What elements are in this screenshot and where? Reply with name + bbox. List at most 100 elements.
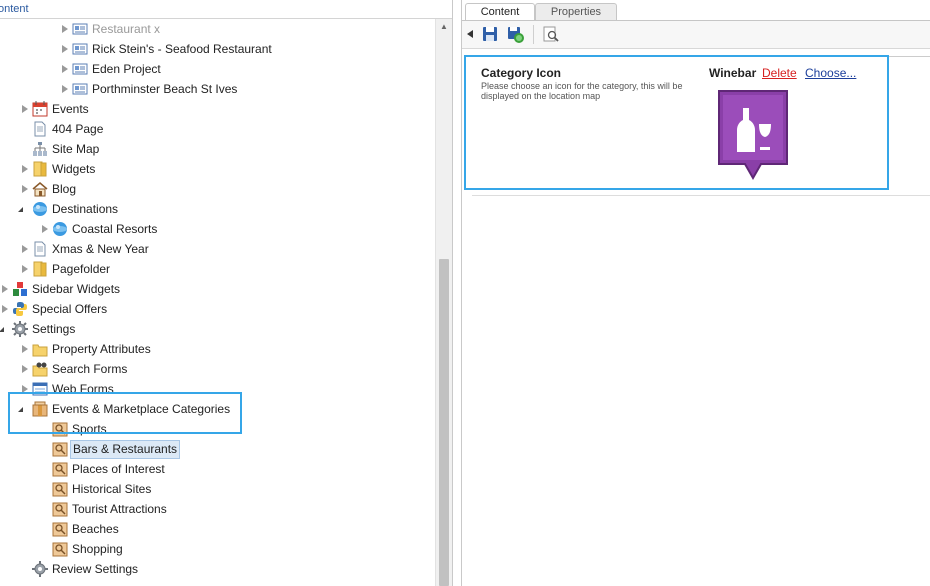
tree-item-settings[interactable]: Settings: [0, 319, 430, 339]
python-icon: [13, 302, 27, 316]
tree-item-label: Eden Project: [92, 62, 161, 76]
tree-item-historical-sites[interactable]: Historical Sites: [0, 479, 430, 499]
tree-item-review-settings[interactable]: Review Settings: [0, 559, 430, 579]
save-icon[interactable]: [482, 26, 498, 42]
tree-item-label: Tourist Attractions: [72, 502, 167, 516]
tree-item-coastal-resorts[interactable]: Coastal Resorts: [0, 219, 430, 239]
tree-item-404-page[interactable]: 404 Page: [0, 119, 430, 139]
choose-link[interactable]: Choose...: [805, 66, 856, 80]
folder-icon: [32, 344, 48, 357]
selected-icon-name: Winebar: [709, 66, 757, 80]
tree-item-label: Widgets: [52, 162, 96, 176]
tree-item-label: Site Map: [52, 142, 100, 156]
highlight-box-categories: [8, 392, 242, 434]
tree-item-pagefolder[interactable]: Pagefolder: [0, 259, 430, 279]
tree-item-rick-stein[interactable]: Rick Stein's - Seafood Restaurant: [0, 39, 430, 59]
expand-arrow-icon[interactable]: [2, 285, 8, 293]
delete-link[interactable]: Delete: [762, 66, 797, 80]
expand-arrow-icon[interactable]: [62, 25, 68, 33]
page-card-icon: [72, 63, 88, 75]
tree-item-label-selected: Bars & Restaurants: [70, 440, 181, 459]
editor-toolbar: [462, 20, 930, 49]
expand-arrow-icon[interactable]: [62, 45, 68, 53]
tree-item-xmas-new-year[interactable]: Xmas & New Year: [0, 239, 430, 259]
home-icon: [32, 182, 48, 197]
property-description: Please choose an icon for the category, …: [481, 81, 683, 101]
page-card-icon: [72, 83, 88, 95]
category-icon: [52, 522, 68, 537]
calendar-icon: [32, 101, 48, 117]
expand-arrow-icon[interactable]: [2, 305, 8, 313]
property-name: Category Icon: [481, 66, 562, 80]
gear-icon: [32, 561, 48, 577]
gear-icon: [12, 321, 28, 337]
tree-item-tourist-attractions[interactable]: Tourist Attractions: [0, 499, 430, 519]
tab-properties[interactable]: Properties: [535, 3, 617, 20]
tree-item-beaches[interactable]: Beaches: [0, 519, 430, 539]
tree-item-label: Property Attributes: [52, 342, 151, 356]
tree-item-bars-restaurants[interactable]: Bars & Restaurants: [0, 439, 430, 459]
toolbar-divider: [533, 25, 534, 44]
page-card-icon: [72, 23, 88, 35]
tree-item-shopping[interactable]: Shopping: [0, 539, 430, 559]
tree-item-label: Shopping: [72, 542, 123, 556]
scroll-up-arrow-icon[interactable]: ▲: [436, 19, 452, 35]
tree-item-label: Historical Sites: [72, 482, 152, 496]
tree-item-label: Restaurant x: [92, 22, 161, 36]
tree-header-title: ontent: [0, 3, 29, 15]
tree-item-blog[interactable]: Blog: [0, 179, 430, 199]
collapse-arrow-icon[interactable]: [467, 30, 473, 38]
blocks-icon: [13, 282, 27, 296]
tree-item-eden-project[interactable]: Eden Project: [0, 59, 430, 79]
tree-item-label: Settings: [32, 322, 76, 336]
expand-arrow-icon[interactable]: [22, 105, 28, 113]
tree-item-label: Events: [52, 102, 89, 116]
tree-item-search-forms[interactable]: Search Forms: [0, 359, 430, 379]
expand-arrow-icon[interactable]: [62, 85, 68, 93]
tree-item-site-map[interactable]: Site Map: [0, 139, 430, 159]
scrollbar-thumb[interactable]: [439, 259, 449, 586]
tree-item-sidebar-widgets[interactable]: Sidebar Widgets: [0, 279, 430, 299]
tree-item-special-offers[interactable]: Special Offers: [0, 299, 430, 319]
category-icon-property: Category Icon Please choose an icon for …: [464, 55, 889, 190]
tree-item-label: Blog: [52, 182, 77, 196]
globe-icon: [33, 202, 47, 216]
folder-icon: [33, 261, 47, 277]
expand-arrow-icon[interactable]: [22, 265, 28, 273]
tree-item-label: Places of Interest: [72, 462, 165, 476]
tree-item-events[interactable]: Events: [0, 99, 430, 119]
tree-item-restaurant-x[interactable]: Restaurant x: [0, 19, 430, 39]
expand-arrow-icon[interactable]: [22, 185, 28, 193]
expand-arrow-icon[interactable]: [22, 165, 28, 173]
editor-panel: Content Properties Category Icon Please …: [461, 0, 930, 586]
preview-icon[interactable]: [543, 26, 559, 42]
content-tree-panel: ontent Restaurant x Rick Stein's - Seafo…: [0, 0, 453, 586]
tree-item-places-of-interest[interactable]: Places of Interest: [0, 459, 430, 479]
collapse-arrow-icon[interactable]: [18, 207, 23, 212]
expand-arrow-icon[interactable]: [62, 65, 68, 73]
expand-arrow-icon[interactable]: [22, 345, 28, 353]
tree-scrollbar[interactable]: ▲: [435, 19, 452, 586]
tree-item-label: Pagefolder: [52, 262, 111, 276]
folder-icon: [33, 161, 47, 177]
tree-item-destinations[interactable]: Destinations: [0, 199, 430, 219]
document-icon: [34, 241, 46, 257]
expand-arrow-icon[interactable]: [22, 245, 28, 253]
expand-arrow-icon[interactable]: [42, 225, 48, 233]
tree-item-widgets[interactable]: Widgets: [0, 159, 430, 179]
tree-item-label: Search Forms: [52, 362, 128, 376]
save-publish-icon[interactable]: [507, 26, 525, 44]
tree-item-porthminster-beach[interactable]: Porthminster Beach St Ives: [0, 79, 430, 99]
page-card-icon: [72, 43, 88, 55]
tree-item-label: Special Offers: [32, 302, 108, 316]
tree-item-property-attributes[interactable]: Property Attributes: [0, 339, 430, 359]
collapse-arrow-icon[interactable]: [0, 327, 4, 332]
tree-header: ontent: [0, 0, 452, 19]
tree-item-label: Sidebar Widgets: [32, 282, 121, 296]
tab-content[interactable]: Content: [465, 3, 535, 21]
folder-binoculars-icon: [32, 362, 48, 377]
winebar-icon[interactable]: [715, 88, 791, 181]
category-icon: [52, 462, 68, 477]
expand-arrow-icon[interactable]: [22, 365, 28, 373]
globe-icon: [53, 222, 67, 236]
